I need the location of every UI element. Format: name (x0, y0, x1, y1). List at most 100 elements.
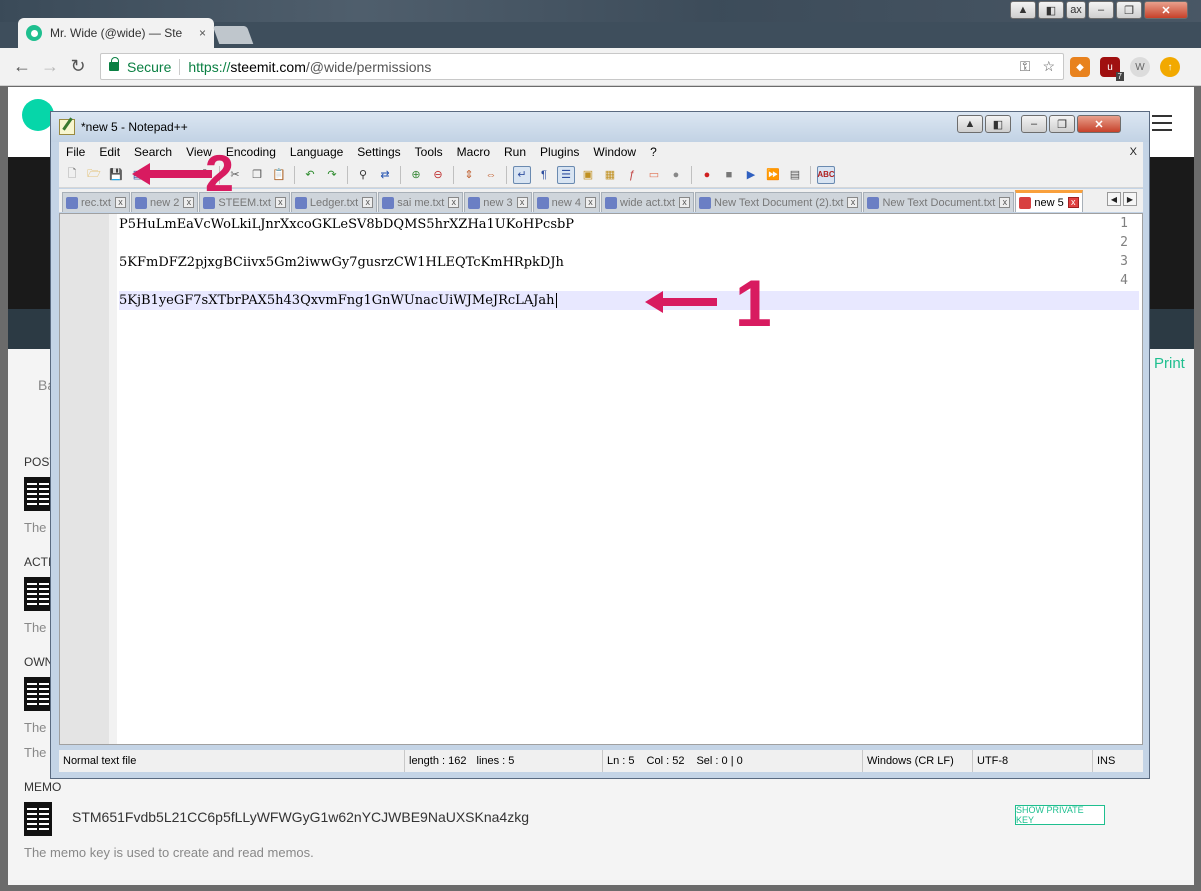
tab-close-icon[interactable]: x (516, 197, 528, 208)
play-macro-icon[interactable]: ▶ (742, 166, 760, 184)
menu-tools[interactable]: Tools (408, 145, 450, 159)
text-line[interactable]: P5HuLmEaVcWoLkiLJnrXxcoGKLeSV8bDQMS5hrXZ… (119, 215, 1139, 234)
find-icon[interactable]: ⚲ (354, 166, 372, 184)
text-line-current[interactable]: 5KjB1yeGF7sXTbrPAX5h43QxvmFng1GnWUnacUiW… (119, 291, 1139, 310)
indent-guide-icon[interactable]: ☰ (557, 165, 575, 184)
notepadpp-titlebar: *new 5 - Notepad++ ▲ ◧ ‒ ❐ ✕ (51, 112, 1149, 142)
word-wrap-icon[interactable]: ↵ (513, 165, 531, 184)
replace-icon[interactable]: ⇄ (376, 166, 394, 184)
zoom-in-icon[interactable]: ⊕ (407, 166, 425, 184)
menu-language[interactable]: Language (283, 145, 350, 159)
doc-tab[interactable]: sai me.txt x (378, 192, 464, 212)
text-line[interactable] (119, 272, 1139, 291)
menu-plugins[interactable]: Plugins (533, 145, 586, 159)
doc-tab[interactable]: new 3x (464, 192, 532, 212)
doc-tab[interactable]: Ledger.txt x (290, 192, 378, 212)
tab-close-icon[interactable]: x (679, 197, 691, 208)
restore-small-icon[interactable]: ◧ (1038, 1, 1064, 19)
address-bar[interactable]: Secure https://steemit.com/@wide/permiss… (100, 53, 1064, 80)
menu-macro[interactable]: Macro (450, 145, 497, 159)
stop-macro-icon[interactable]: ■ (720, 166, 738, 184)
browser-tab[interactable]: Mr. Wide (@wide) — Ste × (18, 18, 214, 48)
close-document-button[interactable]: X (1130, 146, 1143, 158)
save-macro-icon[interactable]: ▤ (786, 166, 804, 184)
minimize-button[interactable]: ‒ (1088, 1, 1114, 19)
show-all-chars-icon[interactable]: ¶ (535, 166, 553, 184)
maximize-button[interactable]: ❐ (1116, 1, 1142, 19)
eject-icon[interactable]: ▲ (957, 115, 983, 133)
record-macro-icon[interactable]: ● (698, 166, 716, 184)
folder-workspace-icon[interactable]: ▭ (645, 166, 663, 184)
maximize-button[interactable]: ❐ (1049, 115, 1075, 133)
doc-tab[interactable]: rec.txt x (62, 192, 130, 212)
tab-close-icon[interactable]: x (114, 197, 126, 208)
notepadpp-window: *new 5 - Notepad++ ▲ ◧ ‒ ❐ ✕ File Edit S… (50, 111, 1150, 779)
menu-run[interactable]: Run (497, 145, 533, 159)
saved-file-icon (294, 196, 307, 209)
open-file-icon[interactable]: 🗁 (85, 166, 103, 184)
redo-icon[interactable]: ↷ (323, 166, 341, 184)
tab-close-icon[interactable]: x (585, 197, 596, 208)
update-icon[interactable]: ↑ (1160, 57, 1180, 77)
tab-close-icon[interactable]: × (199, 26, 206, 40)
new-file-icon[interactable]: 🗋 (63, 166, 81, 184)
zoom-out-icon[interactable]: ⊖ (429, 166, 447, 184)
user-profile-button[interactable]: ax (1066, 1, 1086, 19)
sync-horizontal-icon[interactable]: ⇔ (482, 166, 500, 184)
menu-help[interactable]: ? (643, 145, 664, 159)
copy-icon[interactable]: ❐ (248, 166, 266, 184)
doc-map-icon[interactable]: ▦ (601, 166, 619, 184)
run-macro-multiple-icon[interactable]: ⏩ (764, 166, 782, 184)
text-line[interactable]: 5KFmDFZ2pjxgBCiivx5Gm2iwwGy7gusrzCW1HLEQ… (119, 253, 1139, 272)
spell-check-icon[interactable]: ABC (817, 165, 835, 184)
tab-close-icon[interactable]: x (847, 197, 859, 208)
key-icon[interactable]: ⚿ (1020, 58, 1031, 75)
monitoring-icon[interactable]: ● (667, 166, 685, 184)
menu-settings[interactable]: Settings (350, 145, 407, 159)
close-window-button[interactable]: ✕ (1077, 115, 1121, 133)
function-list-icon[interactable]: ƒ (623, 166, 641, 184)
hamburger-menu-icon[interactable] (1152, 115, 1172, 131)
back-arrow-icon[interactable]: ← (8, 53, 36, 81)
reload-icon[interactable]: ↻ (64, 53, 92, 81)
scroll-left-icon[interactable]: ◀ (1107, 192, 1121, 206)
doc-tab-active[interactable]: new 5x (1015, 190, 1083, 212)
sync-vertical-icon[interactable]: ⇕ (460, 166, 478, 184)
metamask-fox-icon[interactable]: ◆ (1070, 57, 1090, 77)
bookmark-star-icon[interactable]: ☆ (1042, 58, 1055, 75)
doc-tab[interactable]: New Text Document (2).txt x (695, 192, 863, 212)
doc-tab[interactable]: new 2x (130, 192, 199, 212)
text-line[interactable] (119, 234, 1139, 253)
menu-window[interactable]: Window (586, 145, 643, 159)
ublock-icon[interactable]: u7 (1100, 57, 1124, 81)
new-tab-button[interactable] (212, 26, 254, 44)
tab-close-icon[interactable]: x (183, 197, 195, 208)
forward-arrow-icon[interactable]: → (36, 53, 64, 81)
show-private-key-button[interactable]: SHOW PRIVATE KEY (1015, 805, 1105, 825)
editor-area[interactable]: 1 2 3 4 5 P5HuLmEaVcWoLkiLJnrXxcoGKLeSV8… (59, 213, 1143, 745)
tab-close-icon[interactable]: x (274, 197, 286, 208)
tab-close-icon[interactable]: x (1067, 197, 1079, 208)
menu-file[interactable]: File (59, 145, 92, 159)
scroll-right-icon[interactable]: ▶ (1123, 192, 1137, 206)
eject-icon[interactable]: ▲ (1010, 1, 1036, 19)
undo-icon[interactable]: ↶ (301, 166, 319, 184)
doc-tab[interactable]: new 4 x (532, 192, 600, 212)
save-icon[interactable]: 💾 (107, 166, 125, 184)
menu-edit[interactable]: Edit (92, 145, 127, 159)
tab-close-icon[interactable]: x (362, 197, 374, 208)
menu-search[interactable]: Search (127, 145, 179, 159)
restore-small-icon[interactable]: ◧ (985, 115, 1011, 133)
tab-close-icon[interactable]: x (448, 197, 460, 208)
wordpress-icon[interactable]: W (1130, 57, 1150, 77)
doc-tab[interactable]: wide act.txt x (601, 192, 695, 212)
paste-icon[interactable]: 📋 (270, 166, 288, 184)
print-link[interactable]: Print (1154, 355, 1185, 372)
close-window-button[interactable]: ✕ (1144, 1, 1188, 19)
user-language-icon[interactable]: ▣ (579, 166, 597, 184)
steemit-favicon-icon (26, 25, 42, 41)
doc-tab-label: sai me.txt (397, 196, 445, 209)
doc-tab[interactable]: New Text Document.txt x (863, 192, 1015, 212)
tab-close-icon[interactable]: x (999, 197, 1011, 208)
minimize-button[interactable]: ‒ (1021, 115, 1047, 133)
